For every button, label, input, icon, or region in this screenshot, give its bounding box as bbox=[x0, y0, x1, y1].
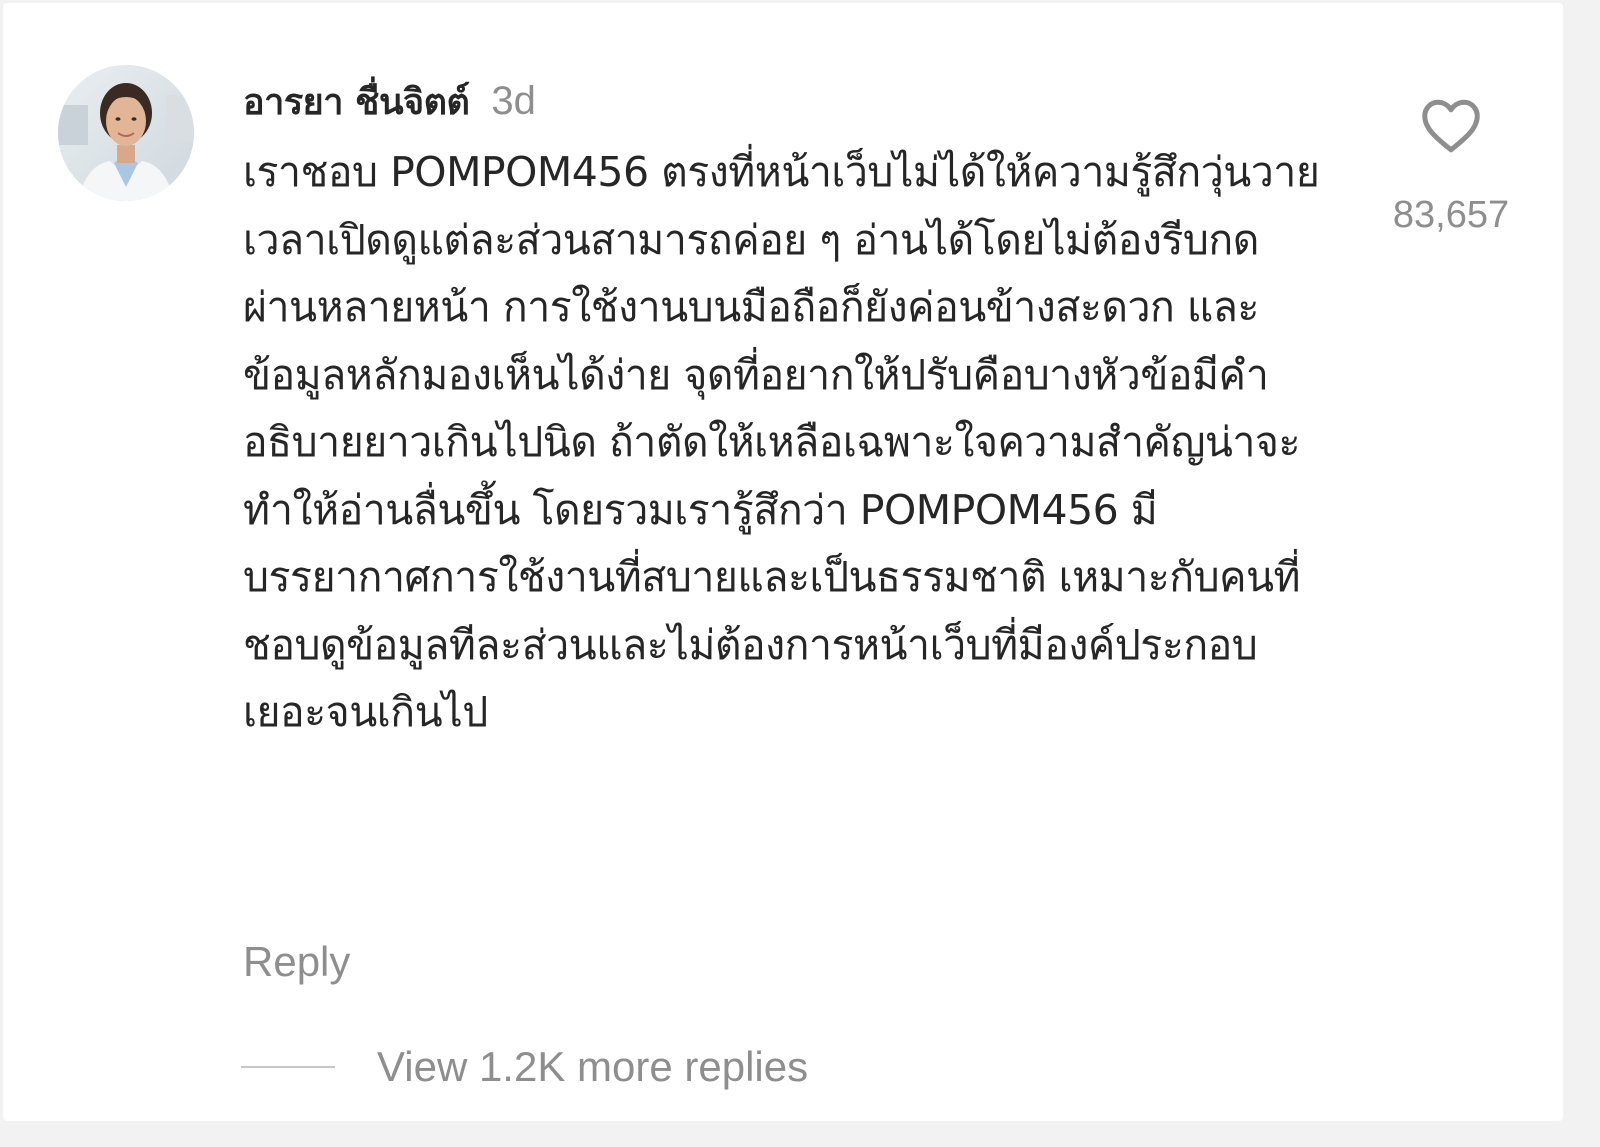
like-area: 83,657 bbox=[1389, 98, 1513, 237]
timestamp: 3d bbox=[491, 79, 536, 123]
comment-card: อารยา ชื่นจิตต์ 3d เราชอบ POMPOM456 ตรงท… bbox=[3, 3, 1563, 1121]
username-link[interactable]: อารยา ชื่นจิตต์ bbox=[243, 73, 470, 130]
avatar-photo bbox=[58, 65, 194, 201]
comment-content: อารยา ชื่นจิตต์ 3d เราชอบ POMPOM456 ตรงท… bbox=[243, 73, 1333, 747]
reply-button[interactable]: Reply bbox=[243, 938, 350, 986]
comment-header: อารยา ชื่นจิตต์ 3d bbox=[243, 73, 1333, 129]
like-count: 83,657 bbox=[1392, 194, 1510, 236]
view-replies-button[interactable]: View 1.2K more replies bbox=[241, 1043, 808, 1091]
comment-text: เราชอบ POMPOM456 ตรงที่หน้าเว็บไม่ได้ให้… bbox=[243, 148, 1320, 736]
view-replies-label: View 1.2K more replies bbox=[377, 1043, 809, 1090]
replies-divider-line bbox=[241, 1066, 335, 1068]
avatar[interactable] bbox=[58, 65, 194, 201]
heart-outline-icon[interactable] bbox=[1421, 98, 1481, 154]
